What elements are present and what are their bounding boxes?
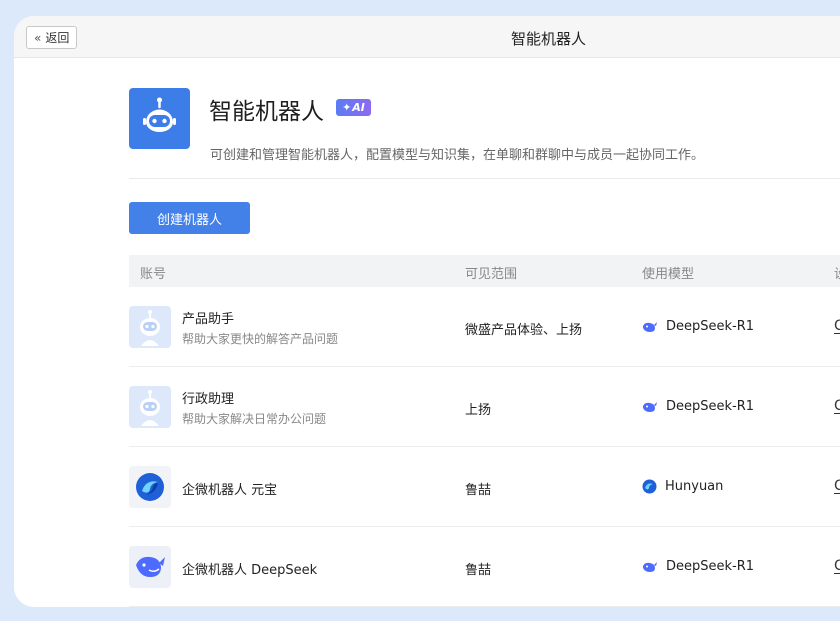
table-row[interactable]: 行政助理 帮助大家解决日常办公问题 上扬 DeepSeek-R1 C xyxy=(129,367,840,447)
row-model: DeepSeek-R1 xyxy=(642,319,754,334)
deepseek-whale-icon xyxy=(643,401,657,412)
table-row[interactable]: 产品助手 帮助大家更快的解答产品问题 微盛产品体验、上扬 DeepSeek-R1… xyxy=(129,287,840,367)
app-window: « 返回 智能机器人 智能机器人 ✦ AI 可创建和管理智能机器人，配置模型与知… xyxy=(14,16,840,607)
hunyuan-icon xyxy=(642,479,657,494)
row-model: DeepSeek-R1 xyxy=(642,399,754,414)
row-model: DeepSeek-R1 xyxy=(642,559,754,574)
row-description: 帮助大家更快的解答产品问题 xyxy=(182,332,339,346)
row-model-label: Hunyuan xyxy=(665,479,724,494)
row-name: 产品助手 xyxy=(182,312,235,327)
row-scope: 微盛产品体验、上扬 xyxy=(465,323,583,338)
row-scope: 鲁喆 xyxy=(465,563,492,578)
ai-badge-label: AI xyxy=(352,101,365,114)
back-button[interactable]: « 返回 xyxy=(26,26,78,49)
titlebar: « 返回 智能机器人 xyxy=(14,16,840,58)
column-header-account: 账号 xyxy=(140,267,167,282)
header-divider xyxy=(129,178,840,179)
deepseek-whale-icon xyxy=(643,561,657,572)
column-header-scope: 可见范围 xyxy=(465,267,518,282)
deepseek-whale-icon xyxy=(643,321,657,332)
row-settings-link[interactable]: C xyxy=(834,479,840,494)
row-model-label: DeepSeek-R1 xyxy=(666,399,755,414)
table-row[interactable]: 企微机器人 DeepSeek 鲁喆 DeepSeek-R1 C xyxy=(129,527,840,607)
yuanbao-avatar xyxy=(129,466,171,508)
robot-app-icon xyxy=(129,88,190,149)
table-row[interactable]: 企微机器人 元宝 鲁喆 Hunyuan C xyxy=(129,447,840,527)
row-scope: 上扬 xyxy=(465,403,492,418)
row-model-label: DeepSeek-R1 xyxy=(666,319,755,334)
row-model: Hunyuan xyxy=(642,479,723,494)
row-settings-link[interactable]: C xyxy=(834,319,840,334)
page-title: 智能机器人 xyxy=(209,99,324,125)
row-name: 行政助理 xyxy=(182,392,235,407)
robot-avatar xyxy=(129,386,171,428)
row-name: 企微机器人 DeepSeek xyxy=(182,563,318,578)
row-model-label: DeepSeek-R1 xyxy=(666,559,755,574)
window-title: 智能机器人 xyxy=(511,30,587,48)
column-header-model: 使用模型 xyxy=(642,267,695,282)
create-robot-button[interactable]: 创建机器人 xyxy=(129,202,250,234)
row-settings-link[interactable]: C xyxy=(834,559,840,574)
back-label: 返回 xyxy=(45,31,70,45)
column-header-settings: 设 xyxy=(834,263,840,282)
table-header: 账号 可见范围 使用模型 设 xyxy=(129,255,840,287)
row-settings-link[interactable]: C xyxy=(834,399,840,414)
sparkle-icon: ✦ xyxy=(342,101,352,114)
deepseek-avatar xyxy=(129,546,171,588)
row-scope: 鲁喆 xyxy=(465,483,492,498)
double-chevron-left-icon: « xyxy=(34,30,42,45)
ai-badge: ✦ AI xyxy=(336,99,371,116)
page-description: 可创建和管理智能机器人，配置模型与知识集，在单聊和群聊中与成员一起协同工作。 xyxy=(210,148,705,163)
row-name: 企微机器人 元宝 xyxy=(182,483,278,498)
robot-avatar xyxy=(129,306,171,348)
row-description: 帮助大家解决日常办公问题 xyxy=(182,412,327,426)
